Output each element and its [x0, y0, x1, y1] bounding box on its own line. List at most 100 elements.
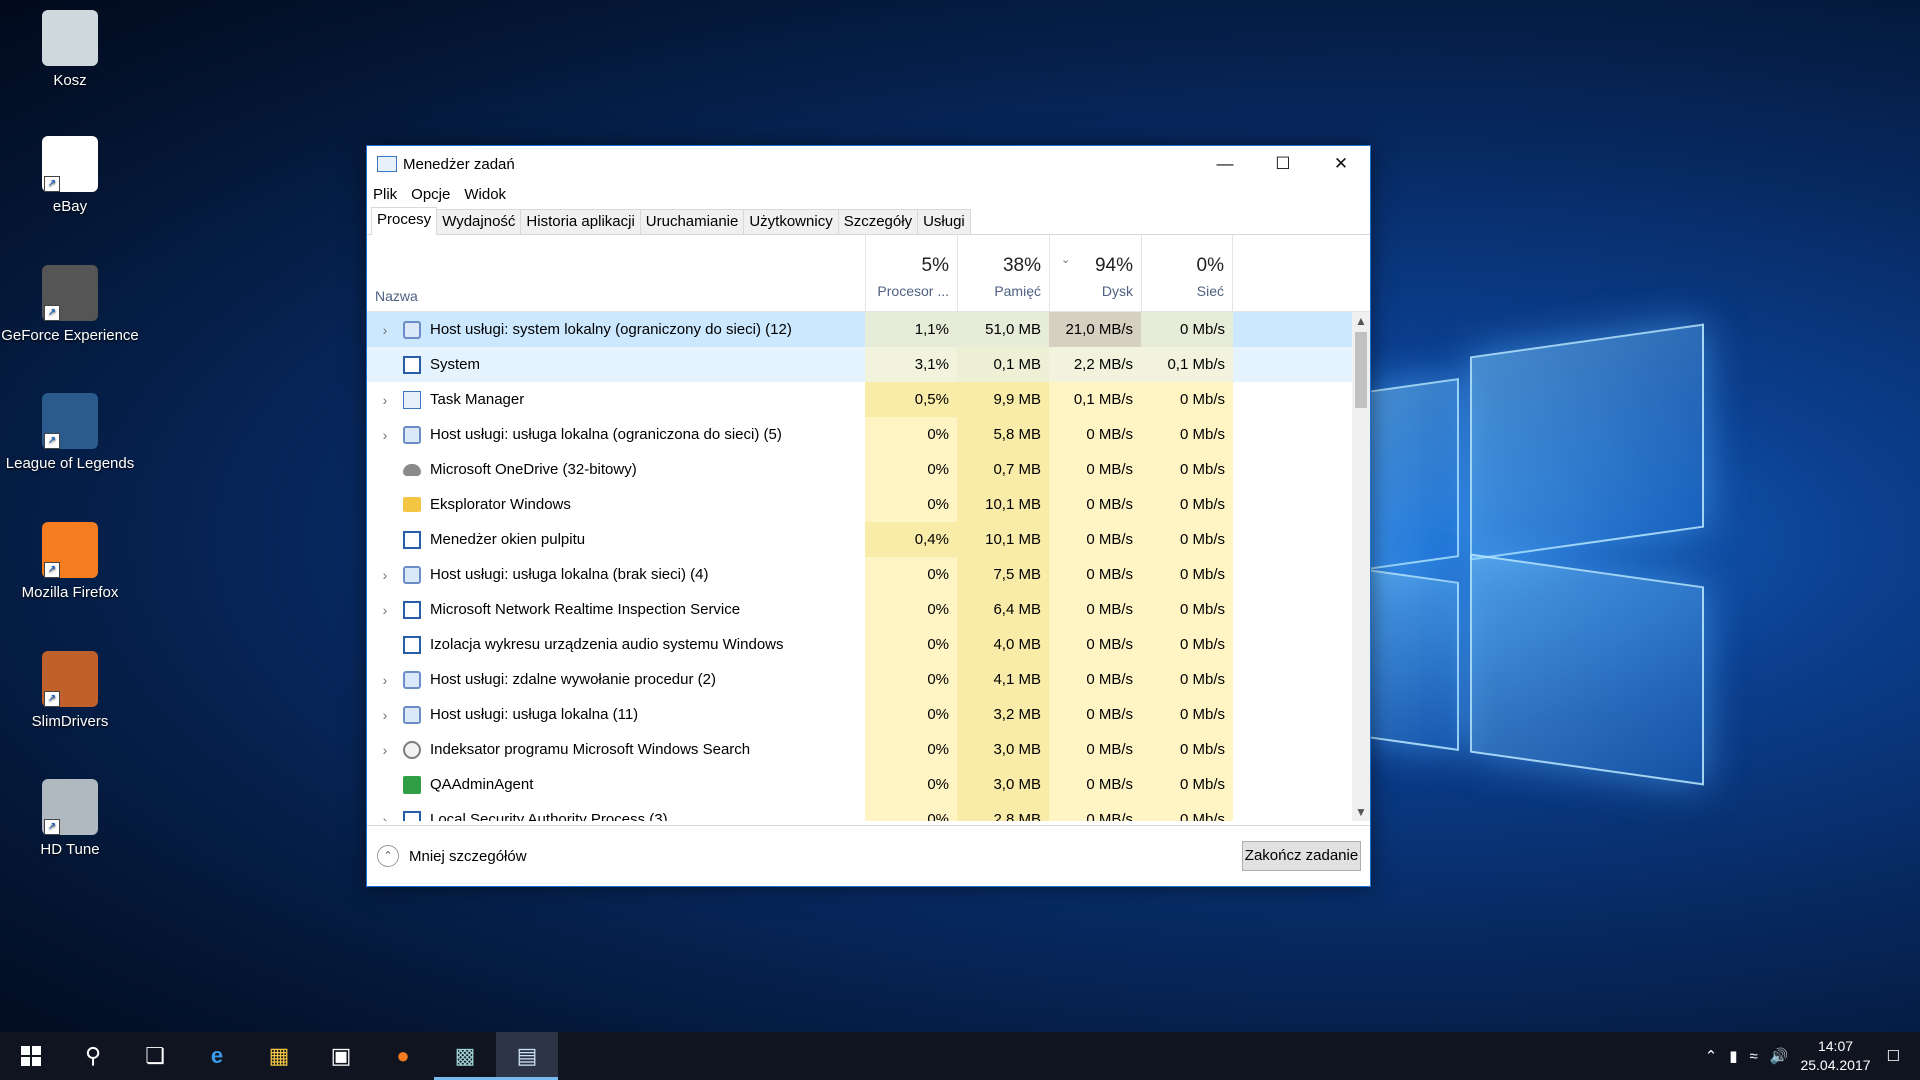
expand-chevron-icon[interactable]: › [375, 392, 395, 408]
process-gear-icon [403, 425, 421, 444]
network-label: Sieć [1196, 283, 1224, 299]
expand-chevron-icon[interactable]: › [375, 427, 395, 443]
cell-cpu: 0,4% [865, 522, 957, 557]
process-row[interactable]: Izolacja wykresu urządzenia audio system… [367, 627, 1370, 662]
cell-net: 0 Mb/s [1141, 662, 1233, 697]
cell-cpu: 0% [865, 557, 957, 592]
desktop-icon-label: GeForce Experience [1, 327, 139, 344]
menu-options[interactable]: Opcje [411, 186, 450, 203]
cell-cpu: 3,1% [865, 347, 957, 382]
cell-mem: 2,8 MB [957, 802, 1049, 821]
expand-chevron-icon[interactable]: › [375, 602, 395, 618]
cell-mem: 4,1 MB [957, 662, 1049, 697]
vertical-scrollbar[interactable]: ▲ ▼ [1352, 312, 1370, 821]
tab-users[interactable]: Użytkownicy [743, 209, 839, 234]
tab-app-history[interactable]: Historia aplikacji [520, 209, 641, 234]
task-view-icon[interactable]: ❏ [124, 1032, 186, 1080]
process-name: Host usługi: zdalne wywołanie procedur (… [430, 671, 716, 688]
maximize-button[interactable]: ☐ [1254, 146, 1312, 182]
expand-chevron-icon[interactable]: › [375, 812, 395, 822]
tab-performance[interactable]: Wydajność [436, 209, 522, 234]
column-network-header[interactable]: 0% Sieć [1141, 235, 1233, 311]
table-header: Nazwa ⌄ 5% Procesor ... 38% Pamięć 94% D… [367, 235, 1370, 312]
menu-file[interactable]: Plik [373, 186, 397, 203]
desktop-icon-league[interactable]: ↗ League of Legends [0, 393, 140, 472]
process-row[interactable]: Menedżer okien pulpitu 0,4% 10,1 MB 0 MB/s 0… [367, 522, 1370, 557]
process-row[interactable]: Microsoft OneDrive (32-bitowy) 0% 0,7 MB 0 … [367, 452, 1370, 487]
column-memory-header[interactable]: 38% Pamięć [957, 235, 1049, 311]
tab-startup[interactable]: Uruchamianie [639, 209, 745, 234]
edge-icon[interactable]: e [186, 1032, 248, 1080]
expand-chevron-icon[interactable]: › [375, 672, 395, 688]
process-row[interactable]: › Task Manager 0,5% 9,9 MB 0,1 MB/s 0 Mb/s [367, 382, 1370, 417]
process-row[interactable]: › Host usługi: usługa lokalna (brak sieci… [367, 557, 1370, 592]
scroll-up-icon[interactable]: ▲ [1352, 314, 1370, 328]
tab-details[interactable]: Szczegóły [837, 209, 919, 234]
process-row[interactable]: › Host usługi: zdalne wywołanie procedur … [367, 662, 1370, 697]
file-explorer-icon[interactable]: ▦ [248, 1032, 310, 1080]
column-cpu-header[interactable]: 5% Procesor ... [865, 235, 957, 311]
cell-net: 0 Mb/s [1141, 767, 1233, 802]
menu-view[interactable]: Widok [464, 186, 506, 203]
desktop-icon-slimdrivers[interactable]: ↗ SlimDrivers [0, 651, 140, 730]
desktop-icon-firefox[interactable]: ↗ Mozilla Firefox [0, 522, 140, 601]
column-disk-header[interactable]: 94% Dysk [1049, 235, 1141, 311]
store-icon[interactable]: ▣ [310, 1032, 372, 1080]
desktop-icon-ebay[interactable]: ↗ eBay [0, 136, 140, 215]
desktop-icon-geforce[interactable]: ↗ GeForce Experience [0, 265, 140, 344]
process-row[interactable]: QAAdminAgent 0% 3,0 MB 0 MB/s 0 Mb/s [367, 767, 1370, 802]
cell-net: 0 Mb/s [1141, 627, 1233, 662]
battery-icon[interactable]: ▮ [1729, 1047, 1737, 1065]
start-button[interactable] [0, 1032, 62, 1080]
search-icon[interactable]: ⚲ [62, 1032, 124, 1080]
process-row[interactable]: System 3,1% 0,1 MB 2,2 MB/s 0,1 Mb/s [367, 347, 1370, 382]
desktop-icon-hdtune[interactable]: ↗ HD Tune [0, 779, 140, 858]
cell-net: 0 Mb/s [1141, 522, 1233, 557]
cell-net: 0 Mb/s [1141, 732, 1233, 767]
cell-cpu: 0% [865, 592, 957, 627]
minimize-button[interactable]: — [1196, 146, 1254, 182]
clock[interactable]: 14:07 25.04.2017 [1800, 1037, 1870, 1075]
scroll-down-icon[interactable]: ▼ [1352, 805, 1370, 819]
expand-chevron-icon[interactable]: › [375, 707, 395, 723]
desktop-icon-recycle-bin[interactable]: Kosz [0, 10, 140, 89]
expand-chevron-icon[interactable]: › [375, 322, 395, 338]
disk-total: 94% [1094, 255, 1133, 276]
fewer-details-button[interactable]: ⌃ Mniej szczegółów [377, 845, 527, 867]
column-name-header[interactable]: Nazwa [375, 288, 418, 304]
process-name: Izolacja wykresu urządzenia audio system… [430, 636, 784, 653]
task-manager-taskbar-icon[interactable]: ▤ [496, 1032, 558, 1080]
tab-services[interactable]: Usługi [917, 209, 971, 234]
process-row[interactable]: › Host usługi: usługa lokalna (11) 0% 3,2 M… [367, 697, 1370, 732]
scrollbar-thumb[interactable] [1355, 332, 1367, 408]
wifi-icon[interactable]: ≈ [1750, 1048, 1758, 1065]
process-row[interactable]: Eksplorator Windows 0% 10,1 MB 0 MB/s 0 Mb/s [367, 487, 1370, 522]
cell-disk: 0 MB/s [1049, 802, 1141, 821]
process-row[interactable]: › Microsoft Network Realtime Inspection S… [367, 592, 1370, 627]
process-gear-icon [403, 565, 421, 584]
cell-mem: 7,5 MB [957, 557, 1049, 592]
process-name: Host usługi: usługa lokalna (11) [430, 706, 639, 723]
memory-total: 38% [1002, 255, 1041, 276]
process-gear-icon [403, 320, 421, 339]
process-row[interactable]: › Host usługi: usługa lokalna (ograniczon… [367, 417, 1370, 452]
close-button[interactable]: ✕ [1312, 146, 1370, 182]
tab-processes[interactable]: Procesy [371, 207, 438, 235]
notifications-icon[interactable]: ☐ [1887, 1047, 1900, 1065]
process-name: Microsoft Network Realtime Inspection Se… [430, 601, 741, 618]
cell-mem: 3,2 MB [957, 697, 1049, 732]
expand-chevron-icon[interactable]: › [375, 742, 395, 758]
process-chart-icon [403, 390, 421, 409]
process-row[interactable]: › Indeksator programu Microsoft Windows S… [367, 732, 1370, 767]
title-bar[interactable]: Menedżer zadań — ☐ ✕ [367, 146, 1370, 182]
firefox-taskbar-icon[interactable]: ● [372, 1032, 434, 1080]
cell-net: 0 Mb/s [1141, 697, 1233, 732]
cell-cpu: 0% [865, 802, 957, 821]
volume-icon[interactable]: 🔊 [1770, 1047, 1789, 1065]
process-row[interactable]: › Local Security Authority Process (3) 0% 2… [367, 802, 1370, 821]
expand-chevron-icon[interactable]: › [375, 567, 395, 583]
app-taskbar-icon[interactable]: ▩ [434, 1032, 496, 1080]
process-row[interactable]: › Host usługi: system lokalny (ograniczon… [367, 312, 1370, 347]
show-hidden-icons-chevron-icon[interactable]: ⌃ [1705, 1047, 1718, 1065]
end-task-button[interactable]: Zakończ zadanie [1242, 841, 1361, 871]
